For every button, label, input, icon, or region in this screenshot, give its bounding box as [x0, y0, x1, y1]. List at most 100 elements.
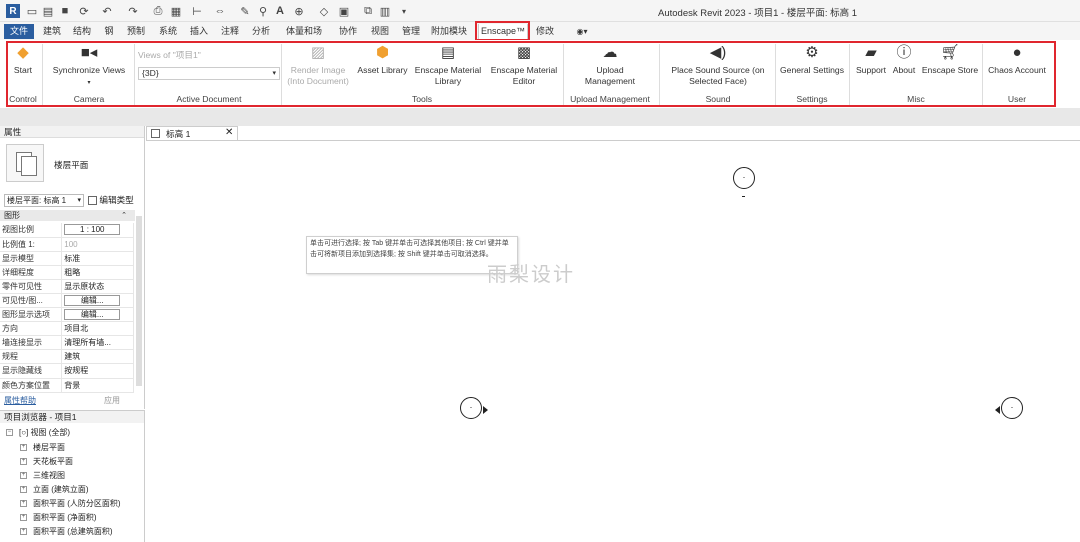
redo-icon[interactable]: ↷ [126, 4, 140, 18]
tab-massing-site[interactable]: 体量和场地 [282, 24, 326, 51]
ribbon-tab-bar: 文件 建筑 结构 钢 预制 系统 插入 注释 分析 体量和场地 协作 视图 管理… [0, 22, 1080, 51]
export-icon[interactable]: ▦ [170, 4, 182, 18]
tab-modify[interactable]: 修改 [534, 24, 556, 39]
tab-annotate[interactable]: 注释 [219, 24, 241, 39]
expand-icon[interactable]: + [20, 472, 27, 480]
open-icon[interactable]: ▭ [26, 4, 38, 18]
prop-value[interactable]: 显示原状态 [61, 279, 134, 294]
measure-icon[interactable]: ⊢ [191, 4, 203, 18]
table-row: 可见性/图... 编辑... [0, 293, 134, 309]
tree-item[interactable]: + 面积平面 (总建筑面积) [20, 526, 113, 538]
expand-icon[interactable]: + [20, 528, 27, 536]
view-type-value: 楼层平面: 标高 1 [7, 196, 67, 205]
prop-value[interactable]: 按规程 [61, 363, 134, 379]
elevation-marker-west[interactable]: · [460, 397, 482, 419]
chevron-down-icon: ▾ [77, 197, 81, 204]
prop-value[interactable]: 建筑 [61, 349, 134, 365]
dimension-icon[interactable]: ⇔ [213, 4, 227, 18]
tab-structure[interactable]: 结构 [71, 24, 93, 39]
prop-value[interactable]: 1 : 100 [61, 223, 134, 238]
tree-item[interactable]: + 面积平面 (人防分区面积) [20, 498, 121, 510]
prop-value[interactable]: 标准 [61, 251, 134, 266]
prop-value[interactable]: 编辑... [61, 293, 134, 309]
tab-insert[interactable]: 插入 [188, 24, 210, 39]
tree-item[interactable]: + 三维视图 [20, 470, 65, 482]
table-row: 详细程度 粗略 [0, 265, 134, 280]
tab-file[interactable]: 文件 [4, 24, 34, 39]
properties-panel: 属性 楼层平面 楼层平面: 标高 1 ▾ 编辑类型 图形 ⌃ 视图比例 1 : 1… [0, 126, 145, 409]
print-icon[interactable]: ⎙ [152, 4, 164, 18]
tab-systems[interactable]: 系统 [157, 24, 179, 39]
collapse-icon[interactable]: − [6, 429, 13, 437]
window-tile-icon[interactable]: ▥ [378, 4, 392, 18]
elevation-marker-north[interactable]: · [733, 167, 755, 189]
switch-window-icon[interactable]: ⧉ [362, 4, 374, 18]
tab-precast[interactable]: 预制 [125, 24, 147, 39]
title-bar: R ▭ ▤ ■ ⟳ ↶ ↷ ⎙ ▦ ⊢ ⇔ ✎ ⚲ A ⊕ ◇ ▣ ⧉ ▥ ▾ … [0, 0, 1080, 22]
tree-root-views[interactable]: − [○] 视图 (全部) [6, 427, 70, 439]
annotate-icon[interactable]: ⚲ [257, 4, 269, 18]
prop-value[interactable]: 编辑... [61, 307, 134, 323]
edit-type-button[interactable]: 编辑类型 [88, 194, 134, 207]
tab-addins[interactable]: 附加模块 [431, 24, 467, 39]
close-hidden-icon[interactable]: ▣ [338, 4, 350, 18]
tree-item[interactable]: + 楼层平面 [20, 442, 65, 454]
prop-key: 详细程度 [0, 265, 63, 280]
prop-key: 显示模型 [0, 251, 63, 266]
expand-icon[interactable]: + [20, 444, 27, 452]
text-icon[interactable]: A [274, 4, 286, 18]
save-icon[interactable]: ■ [59, 4, 71, 18]
tag-icon[interactable]: ✎ [238, 4, 252, 18]
app-title: Autodesk Revit 2023 - 项目1 - 楼层平面: 标高 1 [658, 8, 858, 19]
undo-icon[interactable]: ↶ [100, 4, 114, 18]
properties-help-link[interactable]: 属性帮助 [4, 395, 36, 406]
tab-manage[interactable]: 管理 [400, 24, 422, 39]
elevation-pointer [995, 406, 1000, 414]
view-type-selector[interactable]: 楼层平面: 标高 1 ▾ [4, 194, 84, 207]
prop-value[interactable]: 背景 [61, 378, 134, 393]
expand-icon[interactable]: + [20, 500, 27, 508]
tab-architecture[interactable]: 建筑 [40, 24, 64, 39]
view-3d-icon[interactable]: ⊕ [293, 4, 305, 18]
prop-value[interactable]: 项目北 [61, 321, 134, 337]
customize-dropdown-icon[interactable]: ▾ [400, 4, 408, 18]
tab-steel[interactable]: 钢 [102, 24, 116, 39]
section-graphics-header[interactable]: 图形 ⌃ [0, 210, 135, 221]
revit-logo-icon[interactable]: R [6, 4, 20, 18]
graphic-display-edit-button[interactable]: 编辑... [64, 309, 121, 321]
drawing-canvas[interactable]: · · · [146, 140, 1080, 542]
prop-key: 显示隐藏线 [0, 363, 63, 379]
section-icon[interactable]: ◇ [318, 4, 330, 18]
sync-icon[interactable]: ⟳ [77, 4, 91, 18]
view-scale-field[interactable]: 1 : 100 [64, 224, 121, 236]
prop-value[interactable]: 清理所有墙... [61, 335, 134, 351]
apply-button[interactable]: 应用 [104, 395, 120, 406]
table-row: 零件可见性 显示原状态 [0, 279, 134, 294]
tab-view[interactable]: 视图 [369, 24, 391, 39]
tab-options-icon[interactable]: ◉▾ [570, 24, 594, 39]
tree-item[interactable]: + 立面 (建筑立面) [20, 484, 89, 496]
expand-icon[interactable]: + [20, 458, 27, 466]
folder-icon[interactable]: ▤ [42, 4, 54, 18]
views-icon: [○] [19, 428, 29, 437]
close-icon[interactable]: ✕ [225, 127, 233, 138]
watermark-text: 雨梨设计 [487, 264, 575, 286]
tab-analyze[interactable]: 分析 [250, 24, 272, 39]
project-browser: 项目浏览器 - 项目1 − [○] 视图 (全部) + 楼层平面 + 天花板平面 + 三… [0, 410, 145, 542]
tree-label: 立面 (建筑立面) [33, 485, 89, 494]
prop-key: 颜色方案位置 [0, 378, 63, 393]
prop-value[interactable]: 粗略 [61, 265, 134, 280]
elevation-marker-east[interactable]: · [1001, 397, 1023, 419]
visibility-edit-button[interactable]: 编辑... [64, 295, 121, 307]
tree-label: 面积平面 (净面积) [33, 513, 97, 522]
expand-icon[interactable]: + [20, 514, 27, 522]
expand-icon[interactable]: + [20, 486, 27, 494]
properties-scrollbar[interactable] [136, 216, 142, 386]
enscape-tab-highlight [475, 21, 530, 41]
tab-collaborate[interactable]: 协作 [337, 24, 359, 39]
view-tab[interactable]: 标高 1 ✕ [146, 126, 238, 140]
tree-label: 三维视图 [33, 471, 65, 480]
tree-item[interactable]: + 天花板平面 [20, 456, 73, 468]
table-row: 墙连接显示 清理所有墙... [0, 335, 134, 351]
tree-item[interactable]: + 面积平面 (净面积) [20, 512, 97, 524]
